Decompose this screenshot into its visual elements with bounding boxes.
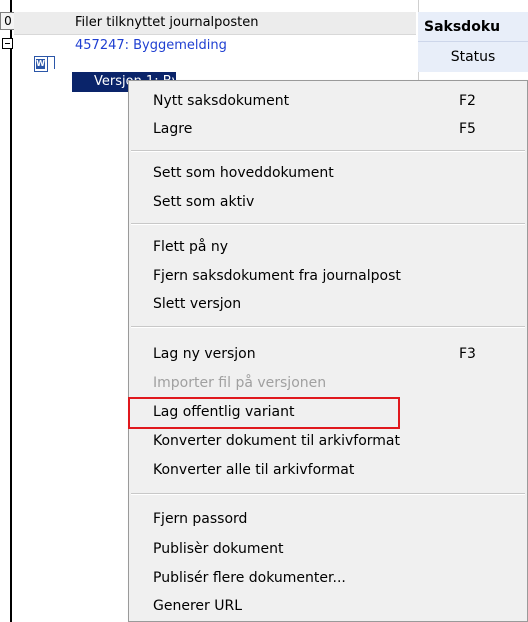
menu-separator bbox=[131, 326, 525, 328]
word-letter: W bbox=[36, 59, 45, 69]
menu-separator bbox=[131, 493, 525, 495]
menu-item-nytt-saksdokument[interactable]: Nytt saksdokument bbox=[153, 87, 289, 115]
menu-item-flett-pa-ny[interactable]: Flett på ny bbox=[153, 233, 228, 261]
tree-header-label: Filer tilknyttet journalposten bbox=[75, 15, 259, 30]
menu-separator bbox=[131, 150, 525, 152]
highlight-box bbox=[128, 397, 400, 429]
menu-item-publiser-flere[interactable]: Publisér flere dokumenter... bbox=[153, 564, 346, 592]
menu-item-lagre[interactable]: Lagre bbox=[153, 115, 192, 143]
document-fold bbox=[48, 56, 55, 69]
menu-separator bbox=[131, 223, 525, 225]
menu-item-generer-url[interactable]: Generer URL bbox=[153, 592, 242, 620]
menu-item-konverter-dokument[interactable]: Konverter dokument til arkivformat bbox=[153, 427, 400, 455]
case-link[interactable]: 457247: Byggemelding bbox=[75, 36, 227, 56]
case-document-title-text: Saksdoku bbox=[424, 19, 501, 35]
menu-item-lag-ny-versjon[interactable]: Lag ny versjon bbox=[153, 340, 256, 368]
menu-item-sett-som-aktiv[interactable]: Sett som aktiv bbox=[153, 188, 254, 216]
word-document-icon: W bbox=[34, 56, 48, 72]
menu-item-publiser-dokument[interactable]: Publisèr dokument bbox=[153, 535, 283, 563]
menu-item-importer-fil: Importer fil på versjonen bbox=[153, 375, 327, 391]
case-document-title: Saksdoku bbox=[418, 12, 528, 42]
menu-item-sett-som-hoveddokument[interactable]: Sett som hoveddokument bbox=[153, 159, 334, 187]
status-column-header[interactable]: Status bbox=[418, 42, 528, 72]
shortcut-f5: F5 bbox=[459, 121, 476, 137]
shortcut-f3: F3 bbox=[459, 346, 476, 362]
pane-border bbox=[10, 0, 12, 622]
menu-item-konverter-alle[interactable]: Konverter alle til arkivformat bbox=[153, 456, 354, 484]
menu-item-fjern-passord[interactable]: Fjern passord bbox=[153, 505, 247, 533]
menu-item-slett-versjon[interactable]: Slett versjon bbox=[153, 290, 241, 318]
context-menu: Nytt saksdokument F2 Lagre F5 Sett som h… bbox=[128, 80, 528, 622]
menu-item-fjern-saksdokument[interactable]: Fjern saksdokument fra journalpost bbox=[153, 262, 401, 290]
shortcut-f2: F2 bbox=[459, 93, 476, 109]
collapse-icon[interactable] bbox=[2, 38, 13, 49]
